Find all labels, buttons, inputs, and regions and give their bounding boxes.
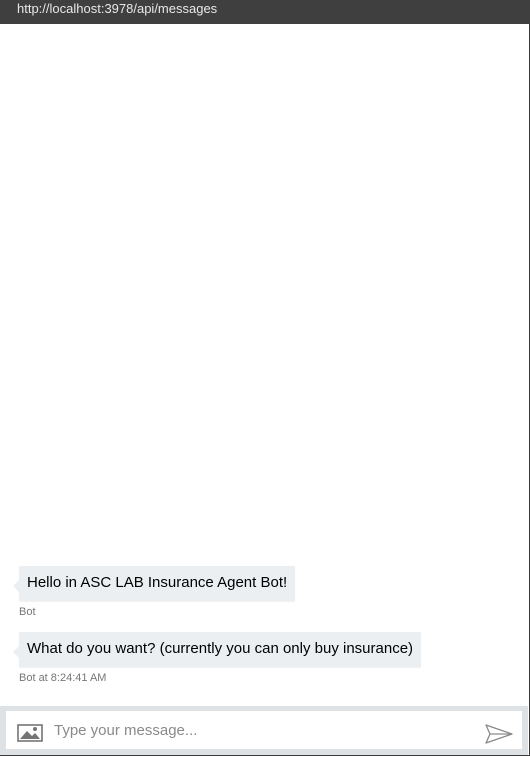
composer-shell [0,706,528,755]
composer [6,711,522,749]
message-history[interactable]: Hello in ASC LAB Insurance Agent Bot! Bo… [0,24,528,706]
image-upload-button[interactable] [17,724,43,742]
message-meta: Bot [19,606,36,618]
bot-message: What do you want? (currently you can onl… [12,632,422,667]
message-text: What do you want? (currently you can onl… [27,640,414,657]
title-bar: http://localhost:3978/api/messages [0,0,530,24]
message-text: Hello in ASC LAB Insurance Agent Bot! [27,574,288,591]
endpoint-url: http://localhost:3978/api/messages [17,1,218,16]
message-input[interactable] [54,718,474,742]
message-meta: Bot at 8:24:41 AM [19,672,107,684]
send-button[interactable] [484,724,514,744]
bot-message: Hello in ASC LAB Insurance Agent Bot! [12,566,296,601]
image-icon [17,724,43,742]
send-icon [485,724,513,744]
